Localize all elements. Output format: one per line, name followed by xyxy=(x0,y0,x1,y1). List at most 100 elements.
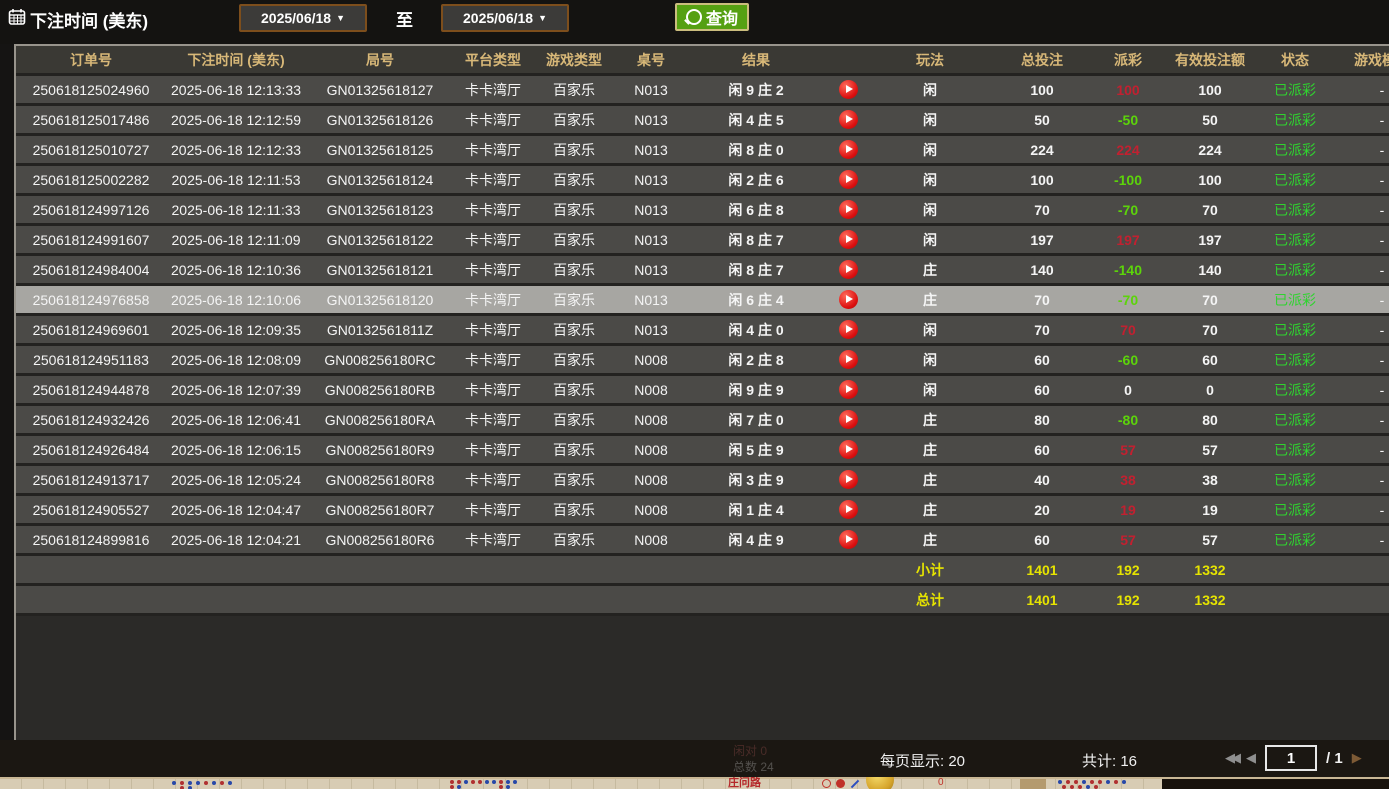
table-row[interactable]: 250618125024960 2025-06-18 12:13:33 GN01… xyxy=(16,76,1389,106)
game-mode-cell: - xyxy=(1332,466,1389,493)
table-row[interactable]: 250618125017486 2025-06-18 12:12:59 GN01… xyxy=(16,106,1389,136)
valid-bet-cell: 0 xyxy=(1162,376,1258,403)
replay-icon[interactable] xyxy=(839,170,858,189)
replay-icon[interactable] xyxy=(839,530,858,549)
subtotal-row: 小计 1401 192 1332 xyxy=(16,556,1389,586)
result-cell: 闲 8 庄 7 xyxy=(686,256,826,283)
platform-type-cell: 卡卡湾厅 xyxy=(454,136,532,163)
date-to-picker[interactable]: 2025/06/18 ▼ xyxy=(441,4,569,32)
game-type-cell: 百家乐 xyxy=(532,76,616,103)
bet-time-cell: 2025-06-18 12:12:59 xyxy=(166,106,306,133)
table-row[interactable]: 250618124991607 2025-06-18 12:11:09 GN01… xyxy=(16,226,1389,256)
table-row[interactable]: 250618124969601 2025-06-18 12:09:35 GN01… xyxy=(16,316,1389,346)
result-cell: 闲 5 庄 9 xyxy=(686,436,826,463)
strip-divider-block xyxy=(1020,779,1046,789)
table-row[interactable]: 250618124926484 2025-06-18 12:06:15 GN00… xyxy=(16,436,1389,466)
hollow-circle-icon xyxy=(822,779,831,788)
total-bet-cell: 60 xyxy=(990,346,1094,373)
game-mode-cell: - xyxy=(1332,346,1389,373)
table-row[interactable]: 250618124944878 2025-06-18 12:07:39 GN00… xyxy=(16,376,1389,406)
valid-bet-cell: 80 xyxy=(1162,406,1258,433)
replay-icon[interactable] xyxy=(839,380,858,399)
result-cell: 闲 9 庄 9 xyxy=(686,376,826,403)
play-type-cell: 闲 xyxy=(870,346,990,373)
first-page-icon[interactable]: ◀◀ xyxy=(1225,750,1237,766)
table-row[interactable]: 250618124905527 2025-06-18 12:04:47 GN00… xyxy=(16,496,1389,526)
status-cell: 已派彩 xyxy=(1258,256,1332,283)
status-cell: 已派彩 xyxy=(1258,376,1332,403)
table-row[interactable]: 250618124951183 2025-06-18 12:08:09 GN00… xyxy=(16,346,1389,376)
table-row[interactable]: 250618124899816 2025-06-18 12:04:21 GN00… xyxy=(16,526,1389,556)
table-number-cell: N008 xyxy=(616,526,686,553)
replay-icon[interactable] xyxy=(839,440,858,459)
order-number-cell: 250618124905527 xyxy=(16,496,166,523)
replay-icon[interactable] xyxy=(839,80,858,99)
total-label: 总计 xyxy=(870,586,990,613)
play-type-cell: 庄 xyxy=(870,286,990,313)
table-number-cell: N013 xyxy=(616,136,686,163)
game-mode-cell: - xyxy=(1332,406,1389,433)
column-header: 玩法 xyxy=(870,46,990,73)
background-bleed-count-label: 总数 24 xyxy=(733,758,774,775)
page-number-input[interactable] xyxy=(1265,745,1317,771)
search-button[interactable]: 查询 xyxy=(675,3,749,31)
date-range-to-label: 至 xyxy=(396,6,413,31)
replay-icon[interactable] xyxy=(839,110,858,129)
replay-icon[interactable] xyxy=(839,500,858,519)
game-type-cell: 百家乐 xyxy=(532,316,616,343)
play-type-cell: 闲 xyxy=(870,376,990,403)
total-count-label: 共计: 16 xyxy=(1082,750,1137,771)
replay-icon[interactable] xyxy=(839,260,858,279)
table-number-cell: N013 xyxy=(616,286,686,313)
subtotal-payout: 192 xyxy=(1094,556,1162,583)
replay-icon[interactable] xyxy=(839,230,858,249)
payout-cell: 70 xyxy=(1094,316,1162,343)
date-from-value: 2025/06/18 xyxy=(261,10,331,26)
table-number-cell: N008 xyxy=(616,436,686,463)
valid-bet-cell: 100 xyxy=(1162,166,1258,193)
total-bet-cell: 60 xyxy=(990,376,1094,403)
column-header: 桌号 xyxy=(616,46,686,73)
table-row[interactable]: 250618124976858 2025-06-18 12:10:06 GN01… xyxy=(16,286,1389,316)
table-number-cell: N008 xyxy=(616,466,686,493)
status-cell: 已派彩 xyxy=(1258,346,1332,373)
table-row[interactable]: 250618124997126 2025-06-18 12:11:33 GN01… xyxy=(16,196,1389,226)
replay-cell xyxy=(826,436,870,463)
replay-icon[interactable] xyxy=(839,410,858,429)
payout-cell: 100 xyxy=(1094,76,1162,103)
table-number-cell: N013 xyxy=(616,166,686,193)
table-row[interactable]: 250618124913717 2025-06-18 12:05:24 GN00… xyxy=(16,466,1389,496)
date-from-picker[interactable]: 2025/06/18 ▼ xyxy=(239,4,367,32)
platform-type-cell: 卡卡湾厅 xyxy=(454,226,532,253)
replay-icon[interactable] xyxy=(839,350,858,369)
next-page-icon[interactable]: ▶ xyxy=(1352,750,1362,766)
column-header: 下注时间 (美东) xyxy=(166,46,306,73)
platform-type-cell: 卡卡湾厅 xyxy=(454,316,532,343)
replay-icon[interactable] xyxy=(839,140,858,159)
background-bleed-pair-label: 闲对 0 xyxy=(733,742,767,759)
replay-icon[interactable] xyxy=(839,290,858,309)
valid-bet-cell: 57 xyxy=(1162,526,1258,553)
table-row[interactable]: 250618125010727 2025-06-18 12:12:33 GN01… xyxy=(16,136,1389,166)
total-bet-cell: 20 xyxy=(990,496,1094,523)
replay-icon[interactable] xyxy=(839,320,858,339)
blue-slash-icon xyxy=(851,779,859,787)
valid-bet-cell: 50 xyxy=(1162,106,1258,133)
order-number-cell: 250618125002282 xyxy=(16,166,166,193)
replay-icon[interactable] xyxy=(839,470,858,489)
dropdown-arrow-icon: ▼ xyxy=(538,13,547,23)
order-number-cell: 250618124997126 xyxy=(16,196,166,223)
result-cell: 闲 9 庄 2 xyxy=(686,76,826,103)
bet-time-cell: 2025-06-18 12:11:53 xyxy=(166,166,306,193)
bet-time-cell: 2025-06-18 12:04:47 xyxy=(166,496,306,523)
table-row[interactable]: 250618125002282 2025-06-18 12:11:53 GN01… xyxy=(16,166,1389,196)
order-number-cell: 250618124944878 xyxy=(16,376,166,403)
payout-cell: 0 xyxy=(1094,376,1162,403)
replay-icon[interactable] xyxy=(839,200,858,219)
table-row[interactable]: 250618124932426 2025-06-18 12:06:41 GN00… xyxy=(16,406,1389,436)
prev-page-icon[interactable]: ◀ xyxy=(1246,750,1256,766)
bet-time-cell: 2025-06-18 12:04:21 xyxy=(166,526,306,553)
column-header: 派彩 xyxy=(1094,46,1162,73)
table-row[interactable]: 250618124984004 2025-06-18 12:10:36 GN01… xyxy=(16,256,1389,286)
game-type-cell: 百家乐 xyxy=(532,526,616,553)
